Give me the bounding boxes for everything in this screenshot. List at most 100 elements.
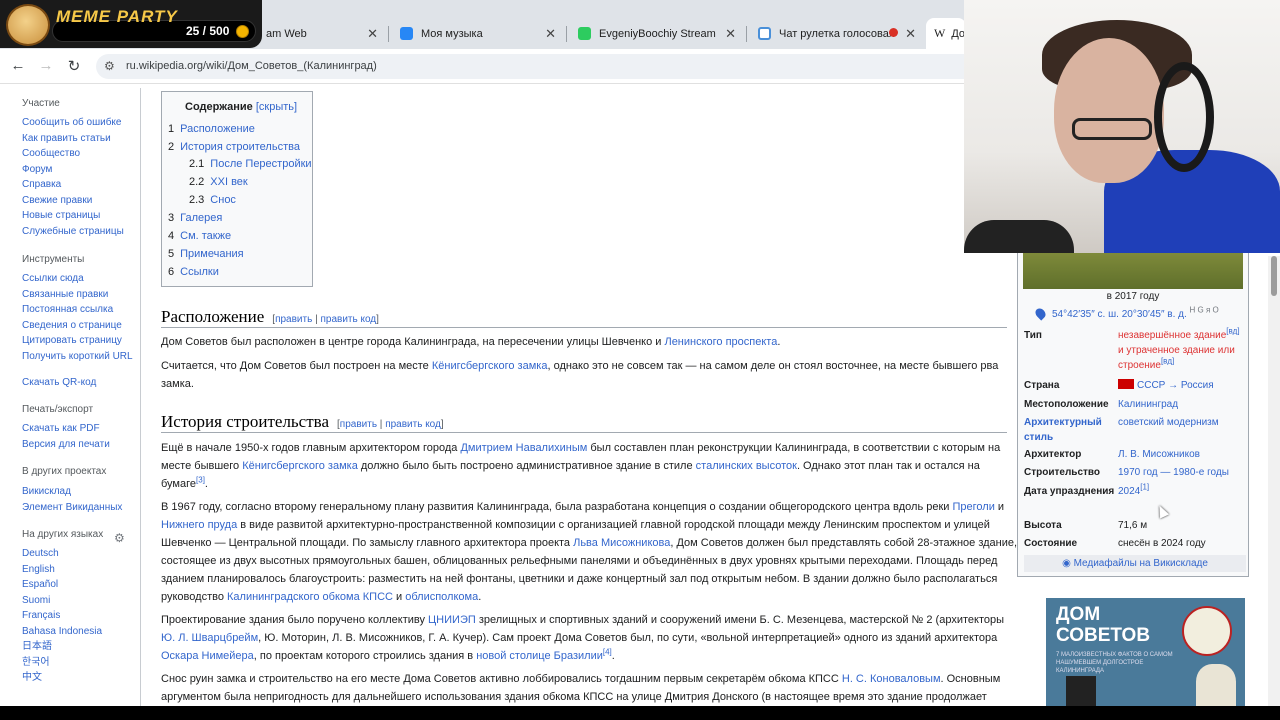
sidebar-link[interactable]: 日本語 [22,641,134,653]
toc-item[interactable]: 4 См. также [168,230,231,242]
map-links[interactable]: H G я O [1190,306,1219,315]
edit-code-link[interactable]: править код [320,314,376,325]
sidebar-link[interactable]: Связанные правки [22,289,134,301]
toc-item[interactable]: 5 Примечания [168,248,244,260]
reload-icon[interactable]: ↻ [64,57,84,75]
separator: | [377,419,386,430]
sidebar-link[interactable]: Цитировать страницу [22,335,134,347]
infobox-photo[interactable] [1023,253,1243,289]
link[interactable]: сталинских высоток [696,460,797,472]
sidebar-link[interactable]: Deutsch [22,548,134,560]
toc-item[interactable]: 2.1 После Перестройки [189,158,312,170]
sidebar-link[interactable]: Bahasa Indonesia [22,626,134,638]
infobox-label: Страна [1024,380,1060,391]
edit-link[interactable]: править [275,314,312,325]
toc-item[interactable]: 2.3 Снос [189,194,236,206]
text: , Ю. Моторин, Л. В. Мисожников, Г. А. Ку… [258,632,998,644]
tab-stream[interactable]: EvgeniyBoochiy Stream - Wa ✕ [570,18,742,49]
link[interactable]: Ю. Л. Шварцбрейм [161,632,258,644]
paragraph: Проектирование здания было поручено колл… [161,611,1021,665]
scrollbar-thumb[interactable] [1271,256,1277,296]
sidebar-link[interactable]: 한국어 [22,657,134,669]
footnote-ref[interactable]: [вд] [1161,357,1174,366]
link[interactable]: Льва Мисожникова [573,537,670,549]
tab-web[interactable]: am Web ✕ [258,18,384,49]
link[interactable]: Кёнигсбергского замка [242,460,358,472]
link[interactable]: облисполкома [405,591,478,603]
toc-hide-link[interactable]: [скрыть] [256,101,297,113]
sidebar-link[interactable]: Сообщить об ошибке [22,117,134,129]
commons-link[interactable]: ◉ Медиафайлы на Викискладе [1024,555,1246,572]
close-icon[interactable]: ✕ [725,26,736,42]
language-settings-icon[interactable]: ⚙ [114,531,125,545]
sidebar-link[interactable]: Получить короткий URL [22,351,134,363]
infobox-value-text[interactable]: и утраченное здание или строение [1118,345,1235,371]
infobox-label: Высота [1024,520,1062,531]
coordinates[interactable]: 54°42′35″ с. ш. 20°30′45″ в. д. H G я O [1052,306,1219,320]
sidebar-link[interactable]: Форум [22,164,134,176]
footnote-ref[interactable]: [вд] [1226,327,1239,336]
infobox-value: Л. В. Мисожников [1118,447,1246,462]
sidebar-link[interactable]: Скачать QR-код [22,377,134,389]
sidebar-link[interactable]: Справка [22,179,134,191]
toc-item[interactable]: 1 Расположение [168,123,255,135]
sidebar-link[interactable]: Как править статьи [22,133,134,145]
infobox-value-text[interactable]: советский модернизм [1118,417,1219,428]
address-bar[interactable]: ⚙ ru.wikipedia.org/wiki/Дом_Советов_(Кал… [96,54,976,79]
section-title: История строительства [161,412,330,431]
sidebar-link[interactable]: Сведения о странице [22,320,134,332]
link[interactable]: Ленинского проспекта [664,336,777,348]
infobox-value-text[interactable]: незавершённое здание [1118,330,1226,341]
footnote-ref[interactable]: [4] [603,647,612,656]
sidebar-link[interactable]: Служебные страницы [22,226,134,238]
page-scrollbar[interactable] [1268,256,1280,706]
toc-item[interactable]: 2.2 XXI век [189,176,248,188]
link[interactable]: ЦНИИЭП [428,614,476,626]
link[interactable]: Оскара Нимейера [161,650,254,662]
promo-image[interactable]: ДОМ СОВЕТОВ 7 МАЛОИЗВЕСТНЫХ ФАКТОВ О САМ… [1046,598,1245,708]
link[interactable]: Кёнигсбергского замка [432,360,548,372]
link[interactable]: Дмитрием Навалихиным [460,442,587,454]
infobox-value-text[interactable]: СССР → Россия [1137,380,1214,391]
sidebar-link[interactable]: Ссылки сюда [22,273,134,285]
sidebar-link[interactable]: Suomi [22,595,134,607]
link[interactable]: Калининградского обкома КПСС [227,591,393,603]
toc-item[interactable]: 2 История строительства [168,141,300,153]
sidebar-link[interactable]: Скачать как PDF [22,423,134,435]
sidebar-link[interactable]: 中文 [22,672,134,684]
footnote-ref[interactable]: [1] [1140,483,1149,492]
tab-wikipedia[interactable]: W До [926,18,966,49]
close-icon[interactable]: ✕ [545,26,556,42]
link[interactable]: Нижнего пруда [161,519,237,531]
sidebar-link[interactable]: English [22,564,134,576]
sidebar-link[interactable]: Викисклад [22,486,134,498]
site-info-icon[interactable]: ⚙ [104,59,115,73]
link[interactable]: новой столице Бразилии [476,650,603,662]
infobox-value-text[interactable]: 2024 [1118,486,1140,497]
forward-icon[interactable]: → [36,57,56,74]
sidebar-link[interactable]: Новые страницы [22,210,134,222]
tab-chat-roulette[interactable]: Чат рулетка голосовая ✕ [750,18,922,49]
link[interactable]: Н. С. Коноваловым [842,673,941,685]
toc-item[interactable]: 6 Ссылки [168,266,219,278]
back-icon[interactable]: ← [8,57,28,74]
toc-number: 2 [168,141,175,153]
infobox-value-text[interactable]: Л. В. Мисожников [1118,449,1200,460]
sidebar-link[interactable]: Свежие правки [22,195,134,207]
sidebar-link[interactable]: Français [22,610,134,622]
infobox-value-text[interactable]: 1970 год — 1980-е годы [1118,467,1229,478]
close-icon[interactable]: ✕ [905,26,916,42]
sidebar-link[interactable]: Постоянная ссылка [22,304,134,316]
tab-music[interactable]: Моя музыка ✕ [392,18,562,49]
close-icon[interactable]: ✕ [367,26,378,42]
edit-code-link[interactable]: править код [385,419,441,430]
link[interactable]: Преголи [953,501,995,513]
sidebar-link[interactable]: Сообщество [22,148,134,160]
footnote-ref[interactable]: [3] [196,475,205,484]
sidebar-link[interactable]: Версия для печати [22,439,134,451]
sidebar-link[interactable]: Элемент Викиданных [22,502,134,514]
sidebar-link[interactable]: Español [22,579,134,591]
toc-item[interactable]: 3 Галерея [168,212,222,224]
edit-link[interactable]: править [340,419,377,430]
infobox-value-text[interactable]: Калининград [1118,399,1178,410]
